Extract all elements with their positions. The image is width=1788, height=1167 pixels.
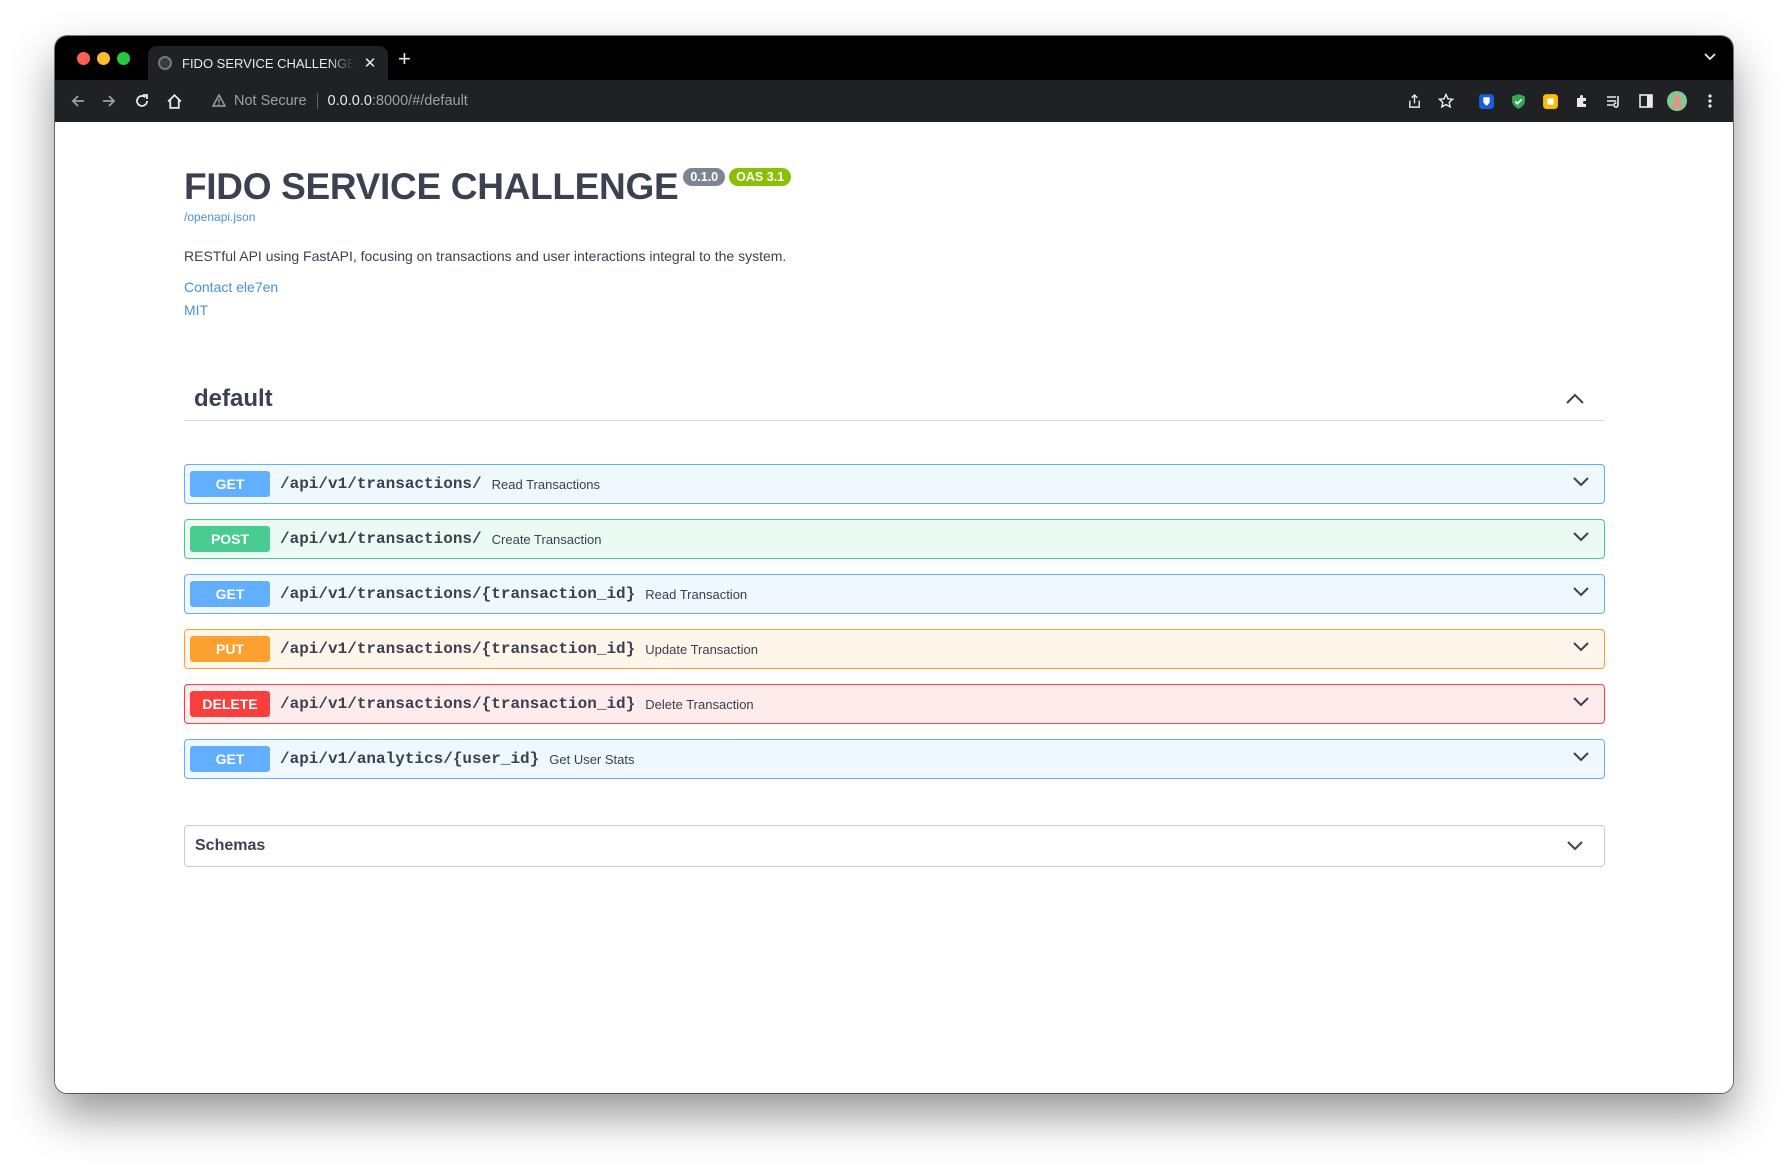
chevron-down-icon[interactable] <box>1572 476 1590 488</box>
kebab-menu-icon <box>1708 94 1712 108</box>
operation-path: /api/v1/transactions/ <box>280 530 482 548</box>
reload-icon <box>136 94 148 107</box>
operation-summary: Read Transactions <box>491 476 601 492</box>
chevron-down-icon[interactable] <box>1572 586 1590 598</box>
arrow-left-icon <box>71 95 84 107</box>
version-badge: 0.1.0 <box>683 168 726 186</box>
share-button[interactable] <box>1404 91 1424 111</box>
extensions-button[interactable] <box>1572 91 1592 111</box>
operation-path: /api/v1/transactions/ <box>280 475 482 493</box>
omnibox-separator <box>316 93 318 109</box>
adblock-extension[interactable] <box>1508 91 1528 111</box>
operation-row[interactable]: GET /api/v1/transactions/{transaction_id… <box>184 574 1605 614</box>
notes-extension[interactable] <box>1540 91 1560 111</box>
window-close-button[interactable] <box>77 52 90 65</box>
forward-button[interactable] <box>98 90 120 112</box>
chevron-down-icon[interactable] <box>1572 751 1590 763</box>
note-icon <box>1542 93 1558 109</box>
security-status[interactable]: Not Secure <box>234 93 307 109</box>
browser-tab[interactable]: FIDO SERVICE CHALLENGE - Swagger UI ✕ <box>148 46 388 80</box>
favicon-icon <box>158 56 172 70</box>
method-badge: GET <box>190 746 270 772</box>
tag-section-header[interactable]: default <box>184 377 1605 421</box>
chevron-up-icon[interactable] <box>1565 393 1585 405</box>
avatar-icon <box>1667 91 1687 111</box>
api-description: RESTful API using FastAPI, focusing on t… <box>184 248 787 264</box>
puzzle-icon <box>1577 95 1586 107</box>
method-badge: GET <box>190 581 270 607</box>
oas-badge: OAS 3.1 <box>729 168 792 186</box>
operation-row[interactable]: GET /api/v1/analytics/{user_id} Get User… <box>184 739 1605 779</box>
api-info: FIDO SERVICE CHALLENGE 0.1.0 OAS 3.1 /op… <box>184 166 1604 318</box>
operation-summary: Get User Stats <box>549 751 635 767</box>
swagger-page: FIDO SERVICE CHALLENGE 0.1.0 OAS 3.1 /op… <box>55 122 1733 1093</box>
method-badge: DELETE <box>190 691 270 717</box>
bitwarden-extension[interactable] <box>1476 91 1496 111</box>
home-icon <box>166 93 182 109</box>
operation-summary: Delete Transaction <box>645 696 754 712</box>
shield-icon <box>1478 93 1494 109</box>
reading-list-button[interactable] <box>1604 91 1624 111</box>
reading-list-icon <box>1607 96 1619 108</box>
operation-row[interactable]: POST /api/v1/transactions/ Create Transa… <box>184 519 1605 559</box>
operation-path: /api/v1/transactions/{transaction_id} <box>280 640 636 658</box>
method-badge: POST <box>190 526 270 552</box>
side-panel-icon <box>1639 94 1653 108</box>
license-link[interactable]: MIT <box>184 302 1604 318</box>
window-minimize-button[interactable] <box>97 52 110 65</box>
operation-row[interactable]: GET /api/v1/transactions/ Read Transacti… <box>184 464 1605 504</box>
operation-summary: Create Transaction <box>491 531 602 547</box>
chevron-down-icon[interactable] <box>1566 840 1584 852</box>
bookmark-button[interactable] <box>1436 91 1456 111</box>
api-title: FIDO SERVICE CHALLENGE <box>184 166 679 207</box>
new-tab-button[interactable]: + <box>398 48 411 70</box>
profile-avatar[interactable] <box>1667 91 1687 111</box>
chevron-down-icon[interactable] <box>1572 641 1590 653</box>
operations-list: GET /api/v1/transactions/ Read Transacti… <box>184 464 1605 794</box>
operation-summary: Update Transaction <box>645 641 758 657</box>
chevron-down-icon[interactable] <box>1572 531 1590 543</box>
title-row: FIDO SERVICE CHALLENGE 0.1.0 OAS 3.1 <box>184 166 1604 208</box>
operation-path: /api/v1/transactions/{transaction_id} <box>280 585 636 603</box>
address-bar[interactable]: Not Secure 0.0.0.0:8000/#/default <box>200 85 1522 117</box>
browser-menu-button[interactable] <box>1700 91 1720 111</box>
url-host: 0.0.0.0 <box>327 93 372 109</box>
operation-summary: Read Transaction <box>645 586 748 602</box>
warning-icon <box>212 94 226 107</box>
chevron-down-icon[interactable] <box>1572 696 1590 708</box>
operation-row[interactable]: PUT /api/v1/transactions/{transaction_id… <box>184 629 1605 669</box>
tab-title: FIDO SERVICE CHALLENGE - Swagger UI <box>182 55 354 71</box>
openapi-json-link[interactable]: /openapi.json <box>184 210 1604 224</box>
schemas-title: Schemas <box>195 837 266 854</box>
method-badge: PUT <box>190 636 270 662</box>
tab-close-icon[interactable]: ✕ <box>362 54 378 72</box>
tab-strip: FIDO SERVICE CHALLENGE - Swagger UI ✕ + <box>55 36 1733 80</box>
browser-toolbar: Not Secure 0.0.0.0:8000/#/default <box>55 80 1733 122</box>
tag-name: default <box>194 384 273 412</box>
star-icon <box>1438 93 1454 109</box>
side-panel-button[interactable] <box>1636 91 1656 111</box>
operation-path: /api/v1/analytics/{user_id} <box>280 750 540 768</box>
operation-path: /api/v1/transactions/{transaction_id} <box>280 695 636 713</box>
tab-search-icon[interactable] <box>1703 50 1717 64</box>
share-icon <box>1408 93 1420 108</box>
home-button[interactable] <box>163 90 185 112</box>
url-path: :8000/#/default <box>371 93 468 109</box>
browser-window: FIDO SERVICE CHALLENGE - Swagger UI ✕ + … <box>55 36 1733 1093</box>
check-shield-icon <box>1511 93 1525 109</box>
back-button[interactable] <box>67 90 89 112</box>
contact-link[interactable]: Contact ele7en <box>184 279 1604 295</box>
method-badge: GET <box>190 471 270 497</box>
arrow-right-icon <box>103 95 116 107</box>
reload-button[interactable] <box>131 90 153 112</box>
schemas-section[interactable]: Schemas <box>184 825 1605 867</box>
window-maximize-button[interactable] <box>117 52 130 65</box>
operation-row[interactable]: DELETE /api/v1/transactions/{transaction… <box>184 684 1605 724</box>
